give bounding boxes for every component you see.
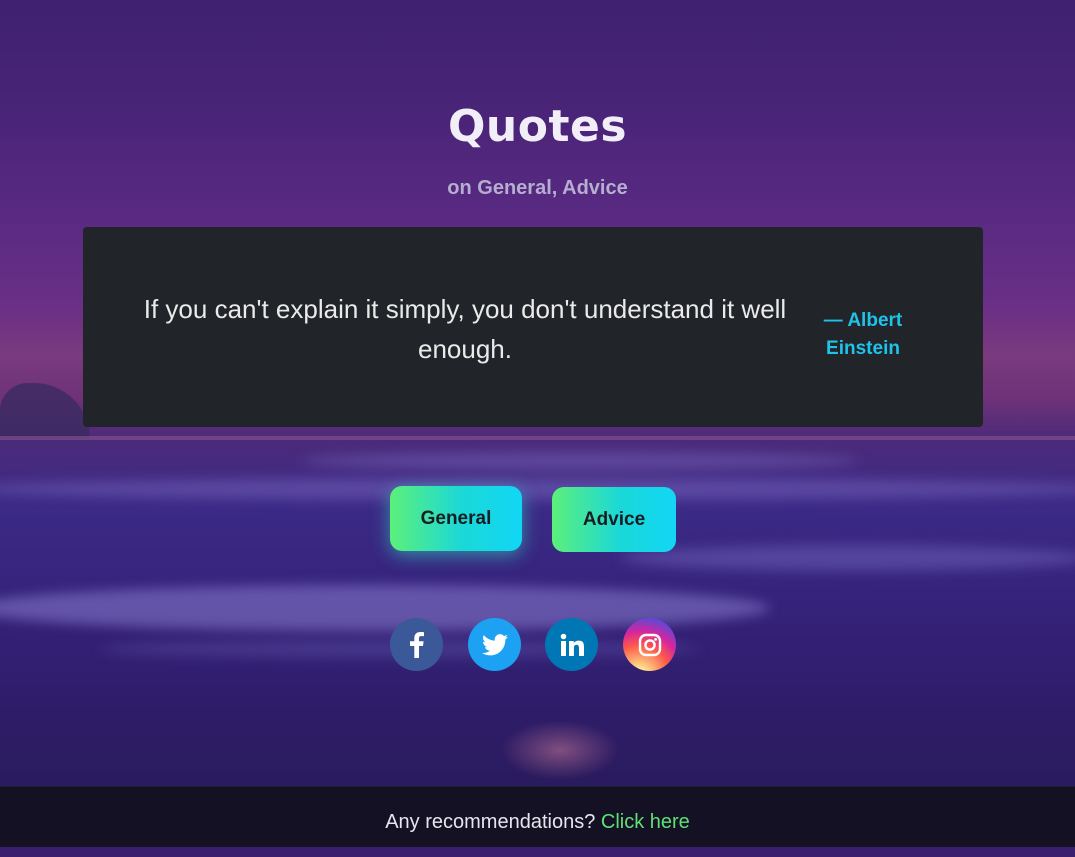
instagram-icon <box>638 633 662 657</box>
tag-button-advice[interactable]: Advice <box>552 487 676 552</box>
page-title: Quotes <box>447 101 628 152</box>
instagram-link[interactable] <box>623 618 676 671</box>
linkedin-icon <box>560 633 584 657</box>
quote-text: If you can't explain it simply, you don'… <box>143 294 787 364</box>
background-wave <box>300 452 860 470</box>
background-reflection <box>500 720 620 780</box>
recommendations-link[interactable]: Click here <box>601 811 690 833</box>
background-hill <box>0 383 90 439</box>
tag-buttons: General Advice <box>0 486 1075 556</box>
background-horizon <box>0 436 1075 440</box>
linkedin-link[interactable] <box>545 618 598 671</box>
footer-prompt: Any recommendations? <box>385 811 596 833</box>
twitter-link[interactable] <box>468 618 521 671</box>
quote-author: — Albert Einstein <box>823 310 903 359</box>
quote-card: If you can't explain it simply, you don'… <box>83 227 983 427</box>
social-links <box>0 618 1075 672</box>
facebook-link[interactable] <box>390 618 443 671</box>
facebook-icon <box>409 631 424 658</box>
footer-bar: Any recommendations? Click here <box>0 786 1075 847</box>
twitter-icon <box>481 633 508 656</box>
tag-button-general[interactable]: General <box>390 486 522 551</box>
page-subtitle: on General, Advice <box>447 177 628 199</box>
page-header: Quotes on General, Advice <box>0 98 1075 200</box>
